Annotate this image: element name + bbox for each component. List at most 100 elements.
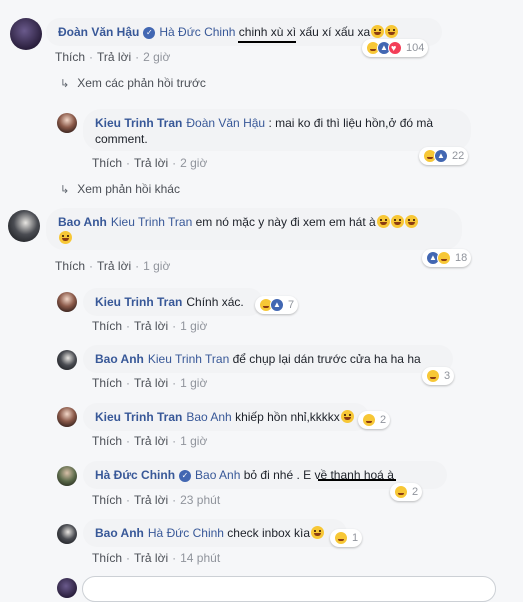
comment-text: khiếp hồn nhỉ,kkkkx (235, 410, 340, 424)
laughing-emoji-icon (390, 215, 404, 228)
reply-link[interactable]: Trả lời (134, 434, 168, 448)
avatar (57, 578, 77, 598)
annotation-underline (318, 479, 396, 481)
like-link[interactable]: Thích (55, 50, 85, 64)
like-link[interactable]: Thích (92, 493, 122, 507)
comment-bubble: Kieu Trinh Tran Đoàn Văn Hậu : mai ko đi … (83, 109, 471, 151)
timestamp[interactable]: 1 giờ (143, 259, 170, 273)
reaction-summary[interactable]: 18 (422, 249, 472, 267)
commenter-name[interactable]: Hà Đức Chinh (95, 468, 175, 482)
reply-arrow-icon: ↳ (60, 78, 70, 90)
comment-actions: Thích · Trả lời · 2 giờ (55, 50, 171, 64)
reply-input[interactable] (82, 576, 496, 602)
reply-link[interactable]: Trả lời (134, 156, 168, 170)
timestamp[interactable]: 1 giờ (180, 376, 207, 390)
laughing-emoji-icon (340, 410, 354, 423)
laughing-emoji-icon (59, 231, 72, 244)
comment-actions: Thích · Trả lời · 1 giờ (92, 376, 208, 390)
reaction-summary[interactable]: 3 (422, 367, 455, 385)
mentioned-name[interactable]: Hà Đức Chinh (148, 526, 224, 540)
avatar[interactable] (57, 113, 77, 133)
reaction-count: 18 (455, 252, 468, 264)
like-link[interactable]: Thích (92, 434, 122, 448)
reaction-summary[interactable]: 22 (419, 147, 469, 165)
avatar[interactable] (57, 466, 77, 486)
verified-badge-icon: ✓ (179, 469, 192, 482)
commenter-name[interactable]: Đoàn Văn Hậu (58, 25, 139, 39)
reply-link[interactable]: Trả lời (97, 259, 131, 273)
commenter-name[interactable]: Bao Anh (95, 526, 144, 540)
comment-text: Chính xác. (186, 295, 244, 309)
comment-bubble: Kieu Trinh Tran Chính xác. (83, 288, 263, 316)
timestamp[interactable]: 23 phút (180, 493, 220, 507)
avatar[interactable] (8, 210, 40, 242)
like-reaction-icon (434, 149, 448, 163)
comment-actions: Thích · Trả lời · 2 giờ (92, 156, 208, 170)
commenter-name[interactable]: Kieu Trinh Tran (95, 295, 182, 309)
comment-actions: Thích · Trả lời · 23 phút (92, 493, 221, 507)
comment-actions: Thích · Trả lời · 1 giờ (92, 434, 208, 448)
comment-actions: Thích · Trả lời · 1 giờ (92, 319, 208, 333)
commenter-name[interactable]: Kieu Trinh Tran (95, 116, 182, 130)
mentioned-name[interactable]: Đoàn Văn Hậu (186, 116, 265, 130)
commenter-name[interactable]: Bao Anh (95, 352, 144, 366)
view-more-replies[interactable]: ↳ Xem phản hồi khác (60, 182, 180, 196)
comment-text: check inbox kìa (227, 526, 311, 540)
laughing-emoji-icon (311, 526, 325, 539)
view-more-replies-label[interactable]: Xem phản hồi khác (77, 182, 180, 196)
comment-text: em nó mặc y này đi xem em hát à (195, 215, 376, 229)
reaction-summary[interactable]: 7 (255, 296, 299, 314)
timestamp[interactable]: 14 phút (180, 551, 220, 565)
reply-link[interactable]: Trả lời (97, 50, 131, 64)
reaction-summary[interactable]: 1 (330, 529, 363, 547)
reply-link[interactable]: Trả lời (134, 493, 168, 507)
laughing-emoji-icon (404, 215, 418, 228)
like-link[interactable]: Thích (92, 156, 122, 170)
avatar[interactable] (57, 292, 77, 312)
view-previous-replies[interactable]: ↳ Xem các phản hồi trước (60, 76, 206, 90)
mentioned-name[interactable]: Hà Đức Chinh (159, 25, 235, 39)
comment-actions: Thích · Trả lời · 14 phút (92, 551, 221, 565)
comment-text: chinh xù xì xấu xí xấu xa (238, 25, 371, 39)
avatar[interactable] (57, 350, 77, 370)
avatar[interactable] (10, 18, 42, 50)
like-link[interactable]: Thích (55, 259, 85, 273)
mentioned-name[interactable]: Kieu Trinh Tran (111, 215, 192, 229)
commenter-name[interactable]: Kieu Trinh Tran (95, 410, 182, 424)
timestamp[interactable]: 2 giờ (180, 156, 207, 170)
view-previous-replies-label[interactable]: Xem các phản hồi trước (77, 76, 206, 90)
love-reaction-icon (388, 41, 402, 55)
reaction-count: 7 (288, 299, 295, 311)
commenter-name[interactable]: Bao Anh (58, 215, 107, 229)
reply-link[interactable]: Trả lời (134, 376, 168, 390)
verified-badge-icon: ✓ (143, 26, 156, 39)
timestamp[interactable]: 2 giờ (143, 50, 170, 64)
timestamp[interactable]: 1 giờ (180, 434, 207, 448)
mentioned-name[interactable]: Bao Anh (195, 468, 240, 482)
timestamp[interactable]: 1 giờ (180, 319, 207, 333)
avatar[interactable] (57, 407, 77, 427)
reaction-summary[interactable]: 2 (358, 411, 391, 429)
reply-link[interactable]: Trả lời (134, 551, 168, 565)
mentioned-name[interactable]: Kieu Trinh Tran (148, 352, 229, 366)
reaction-summary[interactable]: 104 (362, 39, 429, 57)
like-reaction-icon (270, 298, 284, 312)
avatar[interactable] (57, 524, 77, 544)
comment-bubble: Bao Anh Kieu Trinh Tran em nó mặc y này đ… (46, 208, 462, 250)
reaction-count: 2 (380, 414, 387, 426)
haha-reaction-icon (334, 531, 348, 545)
comment-text: : mai ko đi thì liệu hồn,ở đó mà (268, 116, 434, 130)
comment-text-continued: comment. (95, 132, 148, 146)
reply-link[interactable]: Trả lời (134, 319, 168, 333)
like-link[interactable]: Thích (92, 319, 122, 333)
reaction-summary[interactable]: 2 (390, 483, 423, 501)
comment-bubble: Bao Anh Hà Đức Chinh check inbox kìa (83, 519, 347, 547)
reaction-count: 2 (412, 486, 419, 498)
haha-reaction-icon (437, 251, 451, 265)
like-link[interactable]: Thích (92, 551, 122, 565)
reaction-count: 22 (452, 150, 465, 162)
mentioned-name[interactable]: Bao Anh (186, 410, 231, 424)
like-link[interactable]: Thích (92, 376, 122, 390)
reply-arrow-icon: ↳ (60, 184, 70, 196)
laughing-emoji-icon (376, 215, 390, 228)
